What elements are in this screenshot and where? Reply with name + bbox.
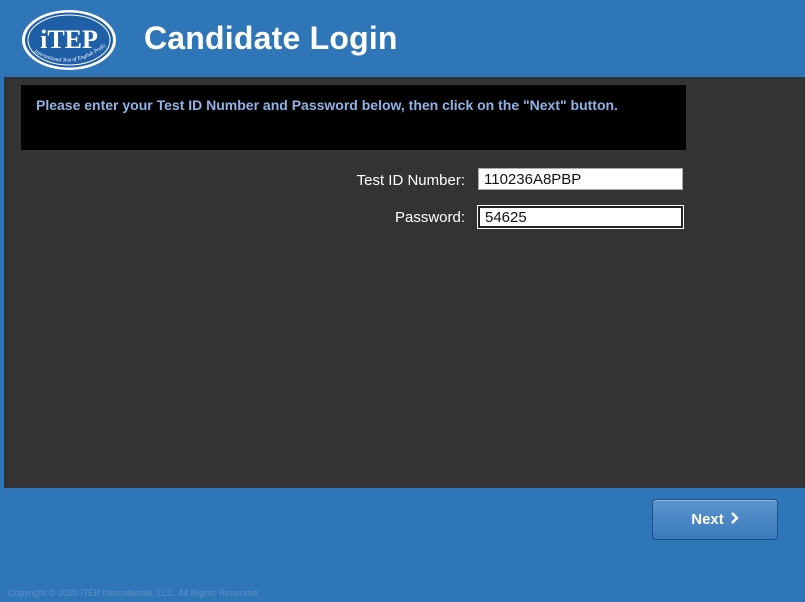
chevron-right-icon [730,511,739,528]
password-label: Password: [394,209,465,226]
instructions-box: Please enter your Test ID Number and Pas… [21,85,686,150]
footer: Next Copyright © 2020 iTEP International… [0,488,805,602]
logo-wordmark: iTEP [40,25,98,54]
instructions-text: Please enter your Test ID Number and Pas… [36,97,618,113]
header: iTEP International Test of English Profi… [0,0,805,80]
login-panel: Please enter your Test ID Number and Pas… [4,77,805,488]
next-button-label: Next [691,511,724,528]
test-id-input[interactable] [478,168,683,190]
test-id-label: Test ID Number: [356,172,465,189]
itep-logo: iTEP International Test of English Profi… [18,4,118,72]
copyright-text: Copyright © 2020 iTEP International, LLC… [8,588,260,598]
page-title: Candidate Login [144,20,398,56]
next-button[interactable]: Next [652,499,778,540]
password-input[interactable] [478,206,683,228]
